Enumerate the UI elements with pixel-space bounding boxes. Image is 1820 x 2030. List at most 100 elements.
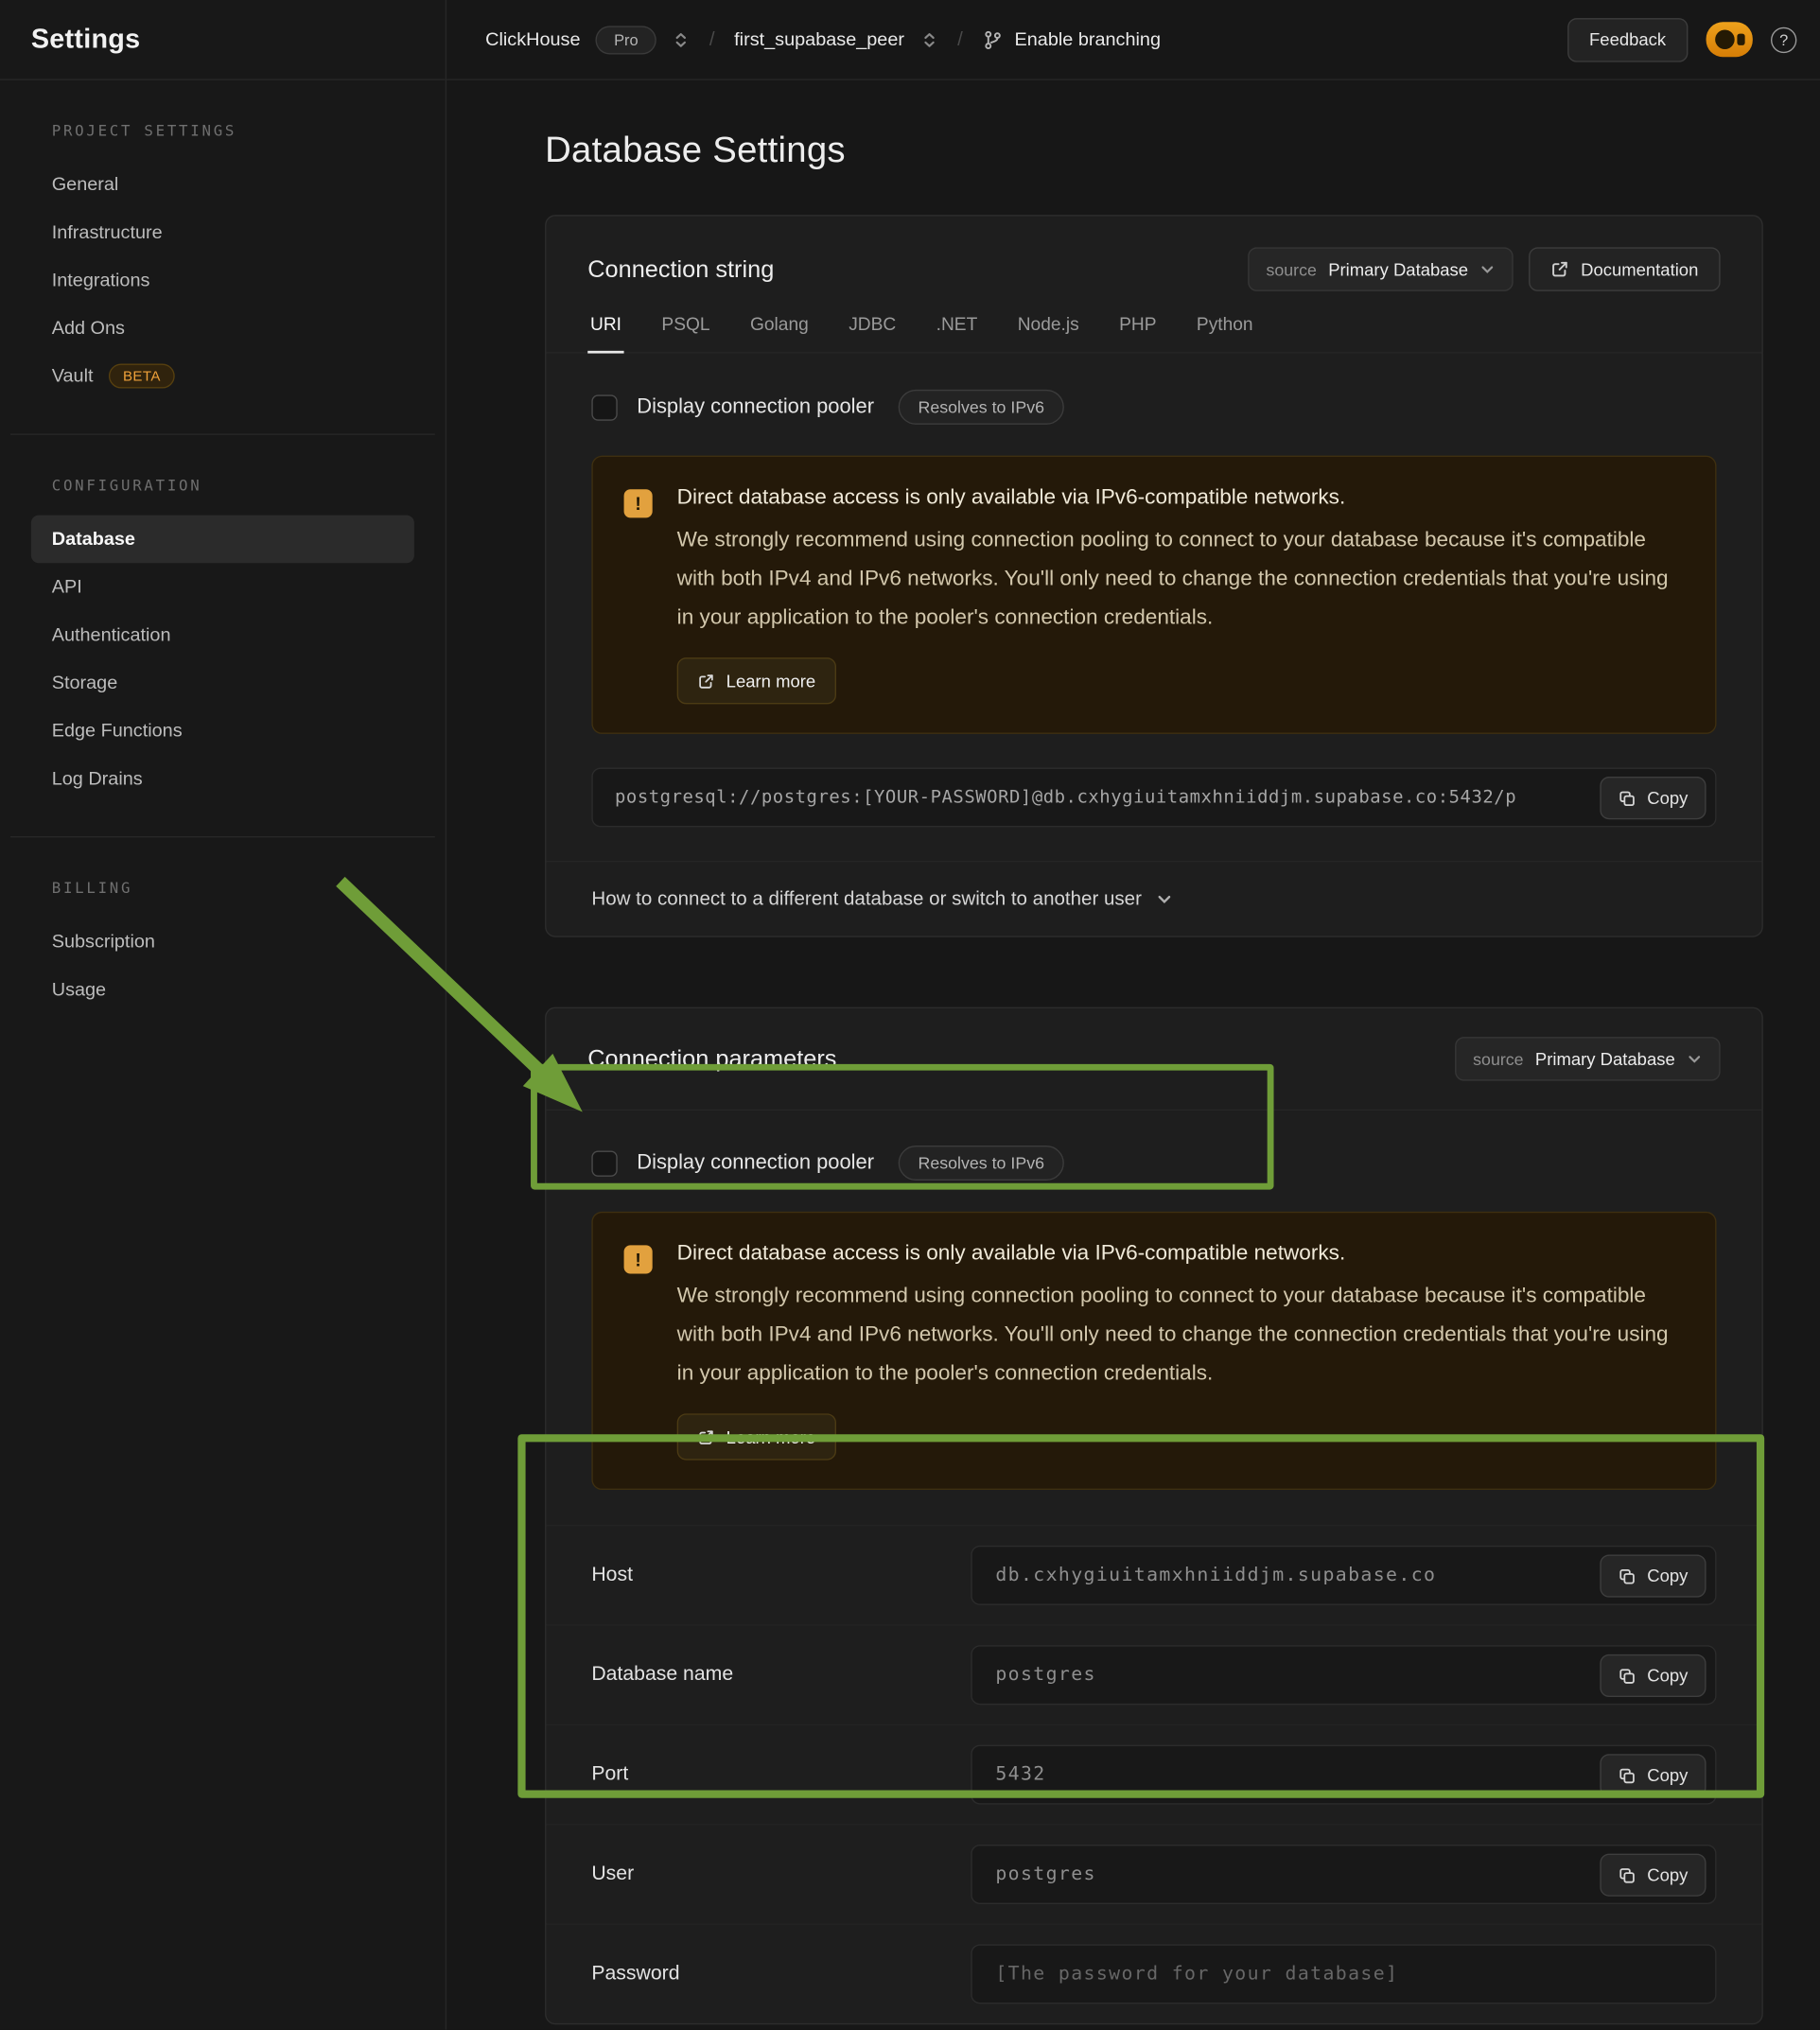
connection-string-input[interactable]: postgresql://postgres:[YOUR-PASSWORD]@db… [591,767,1716,827]
documentation-label: Documentation [1581,259,1698,279]
field-label: Port [591,1763,628,1787]
sidebar-item-authentication[interactable]: Authentication [31,611,414,659]
tab-python[interactable]: Python [1194,313,1255,352]
section-project-settings: PROJECT SETTINGS General Infrastructure … [0,80,446,434]
field-label: Database name [591,1663,733,1687]
account-avatar[interactable] [1706,22,1753,57]
chevrons-updown-icon[interactable] [919,30,937,48]
chevron-down-icon [1156,890,1173,907]
help-icon[interactable]: ? [1771,26,1796,52]
pooler-row: Display connection pooler Resolves to IP… [546,1111,1761,1181]
breadcrumb-separator: / [957,28,963,50]
database-name-input[interactable]: postgres Copy [971,1645,1716,1705]
ipv6-badge: Resolves to IPv6 [899,1146,1064,1181]
chevron-down-icon [1687,1051,1702,1066]
port-input[interactable]: 5432 Copy [971,1745,1716,1805]
copy-icon [1619,1667,1636,1685]
tab-nodejs[interactable]: Node.js [1015,313,1081,352]
host-value: db.cxhygiuitamxhniiddjm.supabase.co [995,1565,1436,1585]
notice-title: Direct database access is only available… [677,1241,1671,1266]
password-input[interactable]: [The password for your database] [971,1944,1716,2004]
copy-icon [1619,1766,1636,1784]
sidebar-item-label: Authentication [52,624,171,645]
breadcrumb-org[interactable]: ClickHouse [485,29,580,50]
sidebar-item-label: Add Ons [52,318,125,339]
sidebar-item-subscription[interactable]: Subscription [31,918,414,966]
header-controls: source Primary Database Documentation [1248,247,1720,291]
sidebar-item-edge-functions[interactable]: Edge Functions [31,707,414,755]
tab-psql[interactable]: PSQL [659,313,713,352]
copy-button[interactable]: Copy [1601,1754,1706,1796]
copy-button[interactable]: Copy [1601,777,1706,819]
breadcrumb-separator: / [709,28,715,50]
display-connection-pooler-checkbox[interactable] [591,1150,617,1176]
chevron-down-icon [1479,261,1495,276]
sidebar-item-log-drains[interactable]: Log Drains [31,755,414,803]
ipv6-notice: ! Direct database access is only availab… [591,1212,1716,1490]
beta-badge: BETA [109,364,175,389]
source-prefix: source [1473,1049,1523,1069]
documentation-button[interactable]: Documentation [1529,247,1720,291]
sidebar-title: Settings [0,0,446,80]
field-row-database-name: Database name postgres Copy [546,1624,1761,1724]
sidebar-item-add-ons[interactable]: Add Ons [31,305,414,353]
field-label: Host [591,1564,633,1587]
password-placeholder: [The password for your database] [995,1964,1398,1985]
sidebar-item-usage[interactable]: Usage [31,966,414,1014]
learn-more-button[interactable]: Learn more [677,1413,836,1460]
copy-button[interactable]: Copy [1601,1854,1706,1897]
tab-dotnet[interactable]: .NET [934,313,980,352]
source-value: Primary Database [1328,259,1468,279]
tab-php[interactable]: PHP [1116,313,1159,352]
display-connection-pooler-checkbox[interactable] [591,394,617,420]
enable-branching-button[interactable]: Enable branching [982,29,1161,50]
feedback-button[interactable]: Feedback [1567,17,1689,61]
source-select[interactable]: source Primary Database [1455,1037,1721,1081]
main-area: ClickHouse Pro / first_supabase_peer / E… [446,0,1820,2030]
sidebar-item-label: General [52,174,119,195]
sidebar-item-storage[interactable]: Storage [31,659,414,708]
copy-button[interactable]: Copy [1601,1654,1706,1697]
tab-uri[interactable]: URI [587,313,623,353]
sidebar-item-label: Usage [52,979,106,1000]
sidebar-item-label: Subscription [52,932,155,953]
sidebar-item-vault[interactable]: Vault BETA [31,352,414,400]
notice-body: We strongly recommend using connection p… [677,520,1671,637]
user-input[interactable]: postgres Copy [971,1845,1716,1904]
avatar-glyph [1737,34,1744,45]
ipv6-notice: ! Direct database access is only availab… [591,456,1716,734]
host-input[interactable]: db.cxhygiuitamxhniiddjm.supabase.co Copy [971,1546,1716,1605]
sidebar-item-integrations[interactable]: Integrations [31,256,414,305]
plan-badge: Pro [596,26,656,54]
sidebar-item-label: Vault [52,366,94,387]
copy-label: Copy [1647,788,1688,808]
git-branch-icon [982,29,1003,50]
connection-help-expander[interactable]: How to connect to a different database o… [546,861,1761,936]
sidebar-item-general[interactable]: General [31,161,414,209]
learn-more-button[interactable]: Learn more [677,657,836,704]
tab-jdbc[interactable]: JDBC [846,313,899,352]
sidebar-item-database[interactable]: Database [31,516,414,564]
app-window: Settings PROJECT SETTINGS General Infras… [0,0,1820,2030]
tab-golang[interactable]: Golang [747,313,811,352]
sidebar-item-api[interactable]: API [31,563,414,611]
field-row-port: Port 5432 Copy [546,1724,1761,1824]
copy-button[interactable]: Copy [1601,1554,1706,1597]
feedback-label: Feedback [1589,29,1666,49]
chevrons-updown-icon[interactable] [672,30,690,48]
user-value: postgres [995,1864,1096,1885]
connection-help-label: How to connect to a different database o… [591,888,1142,910]
breadcrumb-project[interactable]: first_supabase_peer [734,29,904,50]
source-select[interactable]: source Primary Database [1248,247,1514,291]
connection-string-title: Connection string [587,255,774,284]
sidebar-item-infrastructure[interactable]: Infrastructure [31,208,414,256]
pooler-label: Display connection pooler [637,395,874,419]
field-row-host: Host db.cxhygiuitamxhniiddjm.supabase.co… [546,1525,1761,1624]
external-link-icon [1551,260,1569,278]
copy-icon [1619,789,1636,807]
sidebar-item-label: Log Drains [52,768,143,789]
topbar: ClickHouse Pro / first_supabase_peer / E… [446,0,1820,80]
ipv6-badge: Resolves to IPv6 [899,390,1064,425]
database-name-value: postgres [995,1665,1096,1686]
copy-label: Copy [1647,1666,1688,1686]
